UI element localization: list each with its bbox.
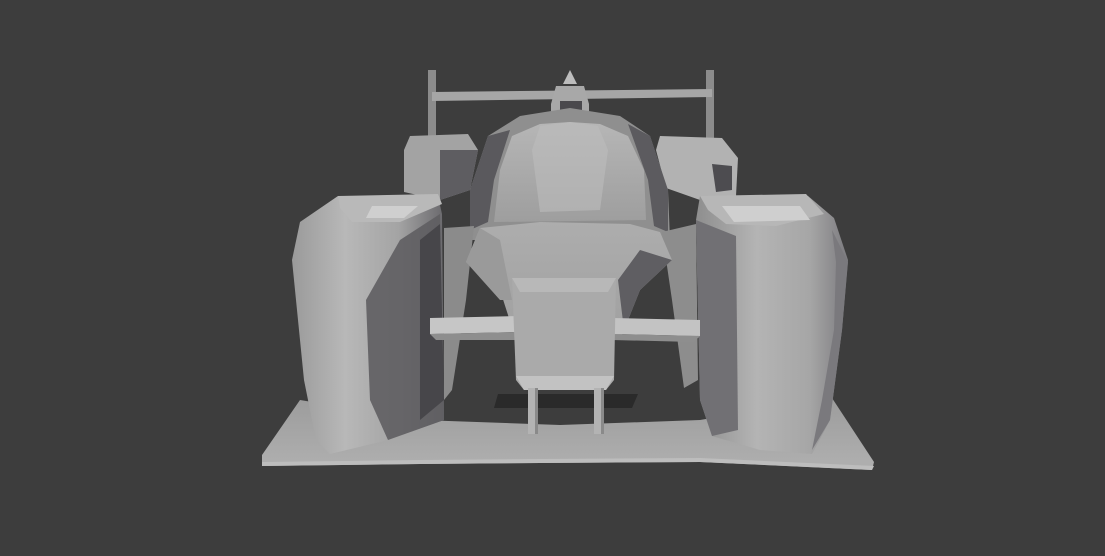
3d-viewport[interactable]	[0, 0, 1105, 556]
front-wing-right	[612, 318, 700, 336]
car-model-render	[262, 70, 874, 470]
nose-support-left-shade	[535, 388, 538, 434]
front-fender-right-shadow	[696, 220, 738, 436]
nose-cone-tip	[516, 376, 614, 390]
body-inner-right	[662, 224, 698, 388]
roof-intake-fin	[563, 70, 577, 84]
nose-cone-top	[512, 278, 616, 292]
underbody-gap	[494, 394, 638, 408]
nose-support-right-shade	[601, 388, 604, 434]
front-wing-left	[430, 316, 520, 334]
front-fender-right-intake	[722, 206, 810, 222]
body-inner-left	[444, 226, 474, 400]
canopy-highlight	[532, 122, 608, 212]
nose-cone	[512, 278, 616, 390]
